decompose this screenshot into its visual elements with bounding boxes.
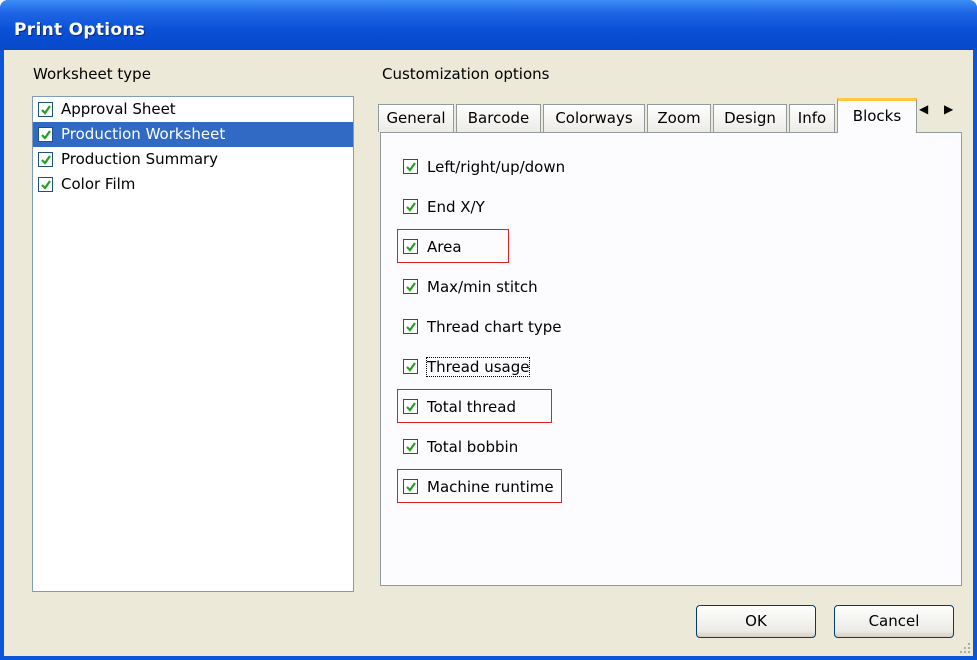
worksheet-item-label: Production Summary [61, 150, 219, 168]
option-total-thread[interactable]: Total thread [401, 395, 516, 419]
option-machine-runtime[interactable]: Machine runtime [401, 475, 554, 499]
tab-info[interactable]: Info [789, 104, 835, 132]
title-bar[interactable]: Print Options [0, 0, 977, 50]
worksheet-item-approval-sheet[interactable]: Approval Sheet [33, 97, 353, 122]
tab-scroll-arrows-icon[interactable]: ◀ ▶ [919, 102, 963, 124]
option-left-right-up-down[interactable]: Left/right/up/down [401, 155, 565, 179]
option-label: End X/Y [427, 198, 485, 216]
option-label: Area [427, 238, 462, 256]
option-label: Thread usage [425, 357, 531, 377]
checkbox-checked-icon[interactable] [403, 239, 418, 254]
worksheet-item-production-worksheet[interactable]: Production Worksheet [33, 122, 353, 147]
option-label: Max/min stitch [427, 278, 538, 296]
ok-button[interactable]: OK [696, 605, 816, 638]
option-area[interactable]: Area [401, 235, 462, 259]
option-total-bobbin[interactable]: Total bobbin [401, 435, 518, 459]
tab-blocks[interactable]: Blocks [837, 98, 917, 133]
worksheet-item-label: Approval Sheet [61, 100, 176, 118]
checkbox-checked-icon[interactable] [403, 159, 418, 174]
checkbox-checked-icon[interactable] [38, 127, 53, 142]
checkbox-checked-icon[interactable] [403, 359, 418, 374]
option-label: Total thread [427, 398, 516, 416]
worksheet-item-label: Color Film [61, 175, 136, 193]
option-thread-usage[interactable]: Thread usage [401, 355, 531, 379]
worksheet-type-label: Worksheet type [33, 65, 151, 83]
option-label: Total bobbin [427, 438, 519, 456]
option-max-min-stitch[interactable]: Max/min stitch [401, 275, 538, 299]
option-label: Left/right/up/down [427, 158, 566, 176]
customization-options-label: Customization options [382, 65, 550, 83]
option-label: Thread chart type [427, 318, 562, 336]
checkbox-checked-icon[interactable] [38, 152, 53, 167]
tab-barcode[interactable]: Barcode [456, 104, 541, 132]
worksheet-type-list[interactable]: Approval Sheet Production Worksheet Prod… [32, 96, 354, 592]
checkbox-checked-icon[interactable] [38, 177, 53, 192]
checkbox-checked-icon[interactable] [38, 102, 53, 117]
option-label: Machine runtime [427, 478, 554, 496]
option-thread-chart-type[interactable]: Thread chart type [401, 315, 562, 339]
window-title: Print Options [14, 20, 146, 40]
checkbox-checked-icon[interactable] [403, 319, 418, 334]
checkbox-checked-icon[interactable] [403, 439, 418, 454]
option-end-x-y[interactable]: End X/Y [401, 195, 485, 219]
checkbox-checked-icon[interactable] [403, 399, 418, 414]
worksheet-item-color-film[interactable]: Color Film [33, 172, 353, 197]
dialog-body: Worksheet type Approval Sheet Production… [4, 50, 973, 656]
tab-colorways[interactable]: Colorways [543, 104, 645, 132]
tab-general[interactable]: General [378, 104, 454, 132]
print-options-dialog: Print Options Worksheet type Approval Sh… [0, 0, 977, 660]
checkbox-checked-icon[interactable] [403, 199, 418, 214]
tab-zoom[interactable]: Zoom [647, 104, 711, 132]
resize-grip-icon[interactable] [959, 642, 971, 654]
blocks-tab-panel: Left/right/up/down End X/Y Area Max/min … [380, 132, 962, 586]
checkbox-checked-icon[interactable] [403, 479, 418, 494]
checkbox-checked-icon[interactable] [403, 279, 418, 294]
tab-design[interactable]: Design [713, 104, 787, 132]
worksheet-item-production-summary[interactable]: Production Summary [33, 147, 353, 172]
worksheet-item-label: Production Worksheet [61, 125, 226, 143]
cancel-button[interactable]: Cancel [834, 605, 954, 638]
